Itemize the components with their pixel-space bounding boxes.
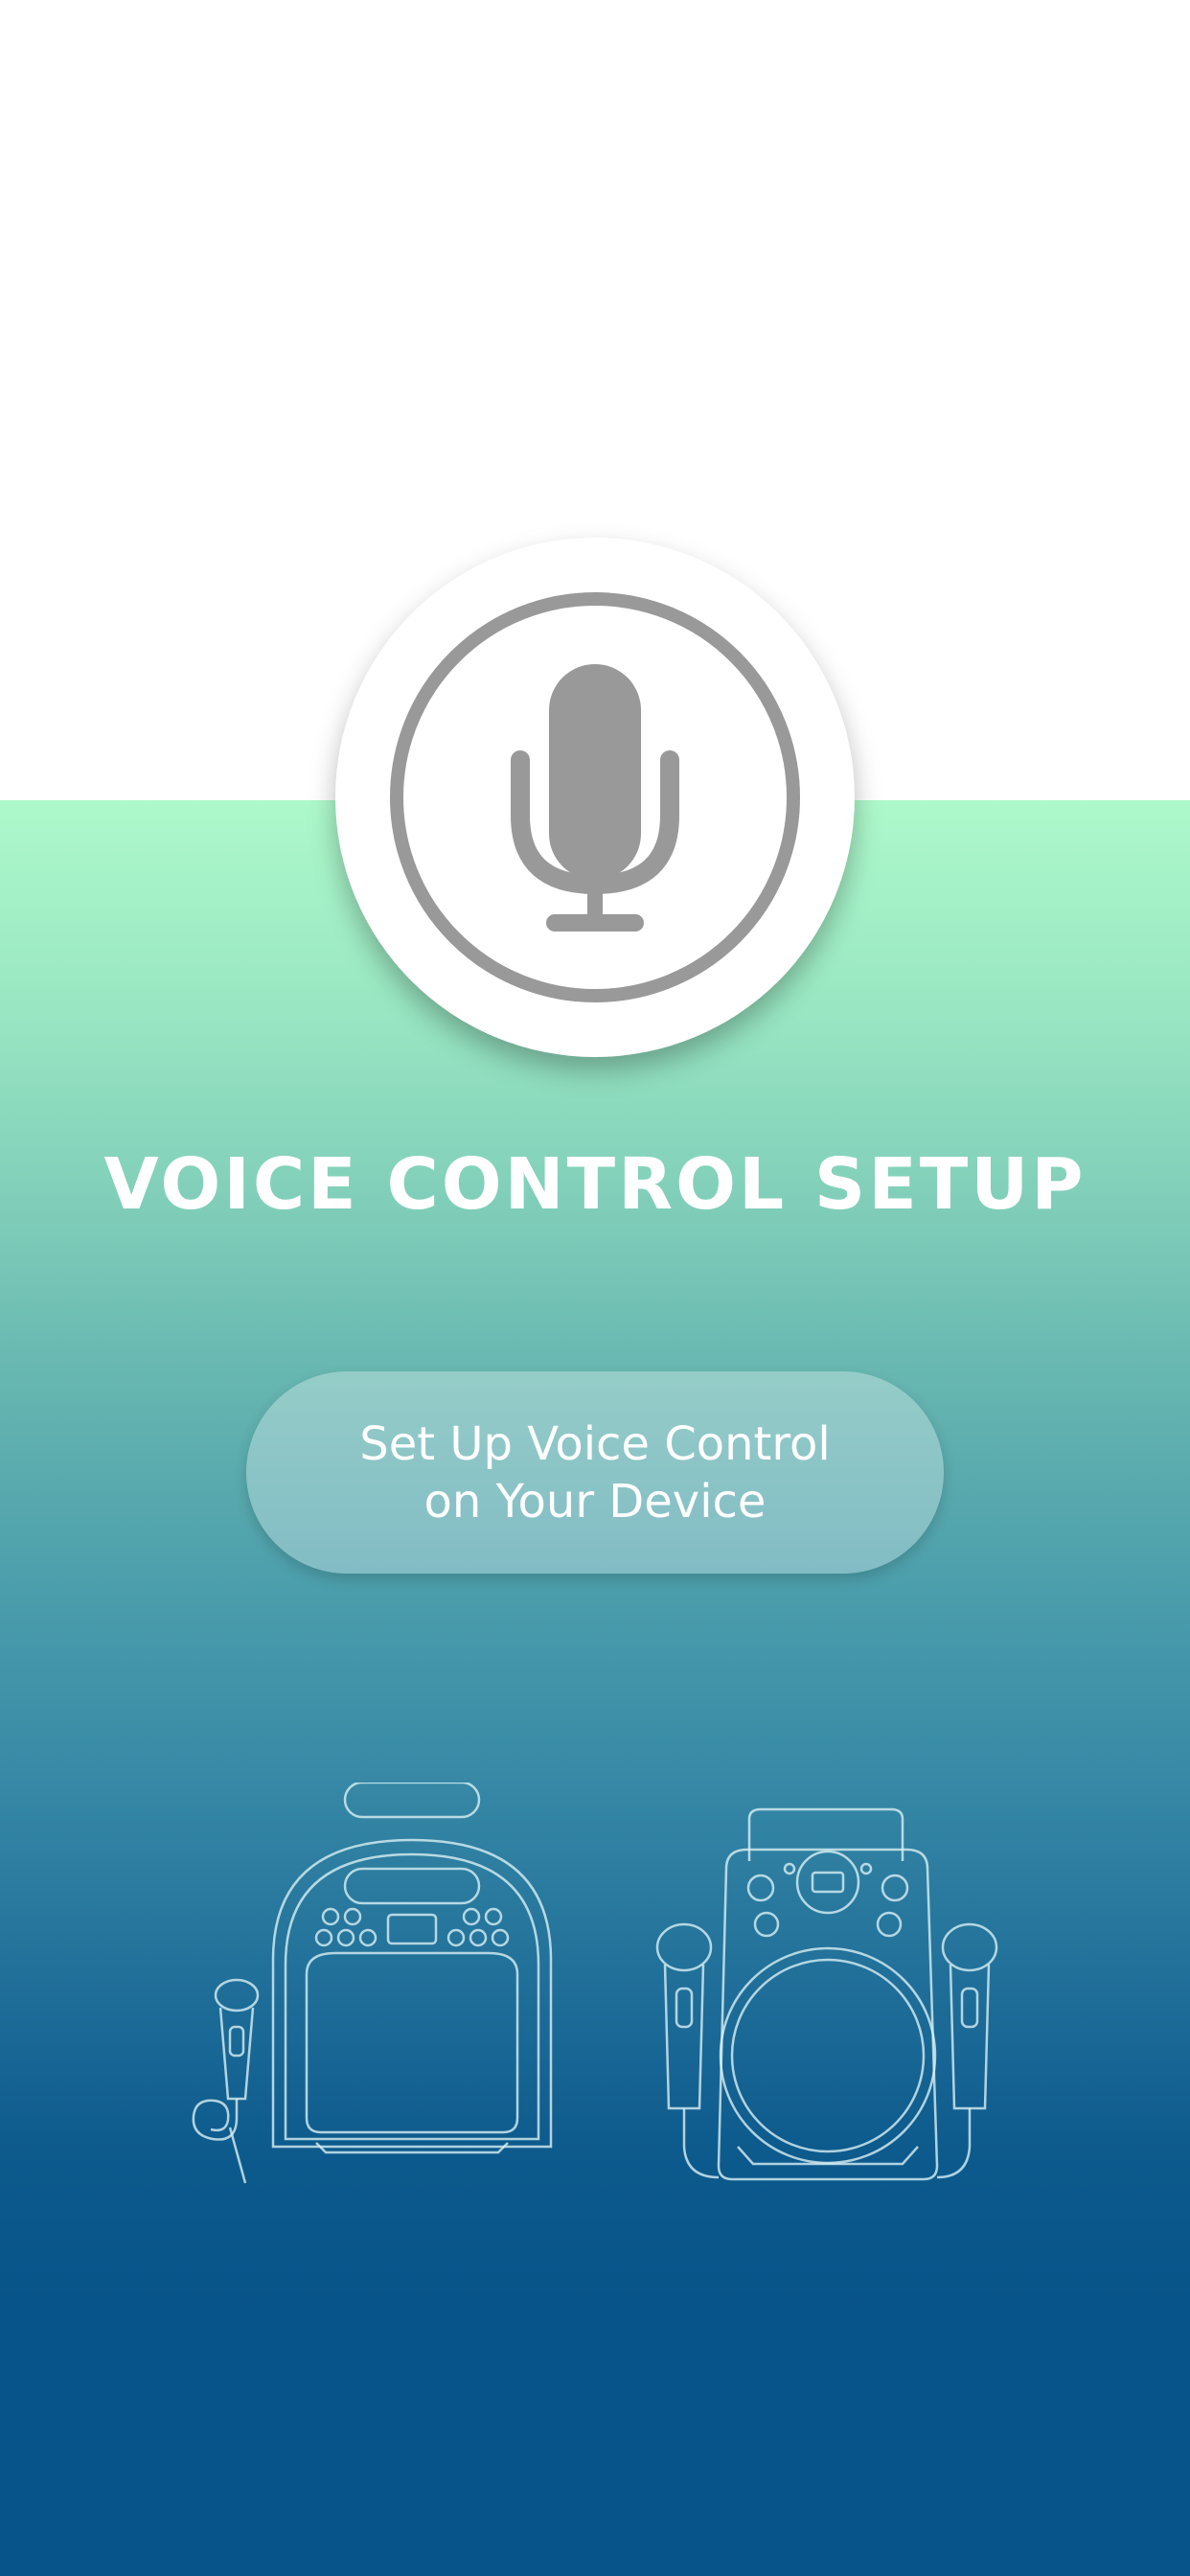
- microphone-badge: [335, 538, 855, 1057]
- page-title: VOICE CONTROL SETUP: [103, 1143, 1087, 1226]
- setup-button-label-line2: on Your Device: [423, 1474, 767, 1529]
- gradient-background: [0, 800, 1190, 2576]
- karaoke-speaker-with-microphone-illustration: [192, 1782, 553, 2184]
- karaoke-machine-with-two-microphones-illustration: [655, 1807, 998, 2181]
- microphone-icon: [390, 592, 800, 1002]
- setup-button-label-line1: Set Up Voice Control: [359, 1416, 831, 1471]
- setup-voice-control-button[interactable]: Set Up Voice Control on Your Device: [246, 1371, 944, 1574]
- device-illustrations: [172, 1782, 1016, 2204]
